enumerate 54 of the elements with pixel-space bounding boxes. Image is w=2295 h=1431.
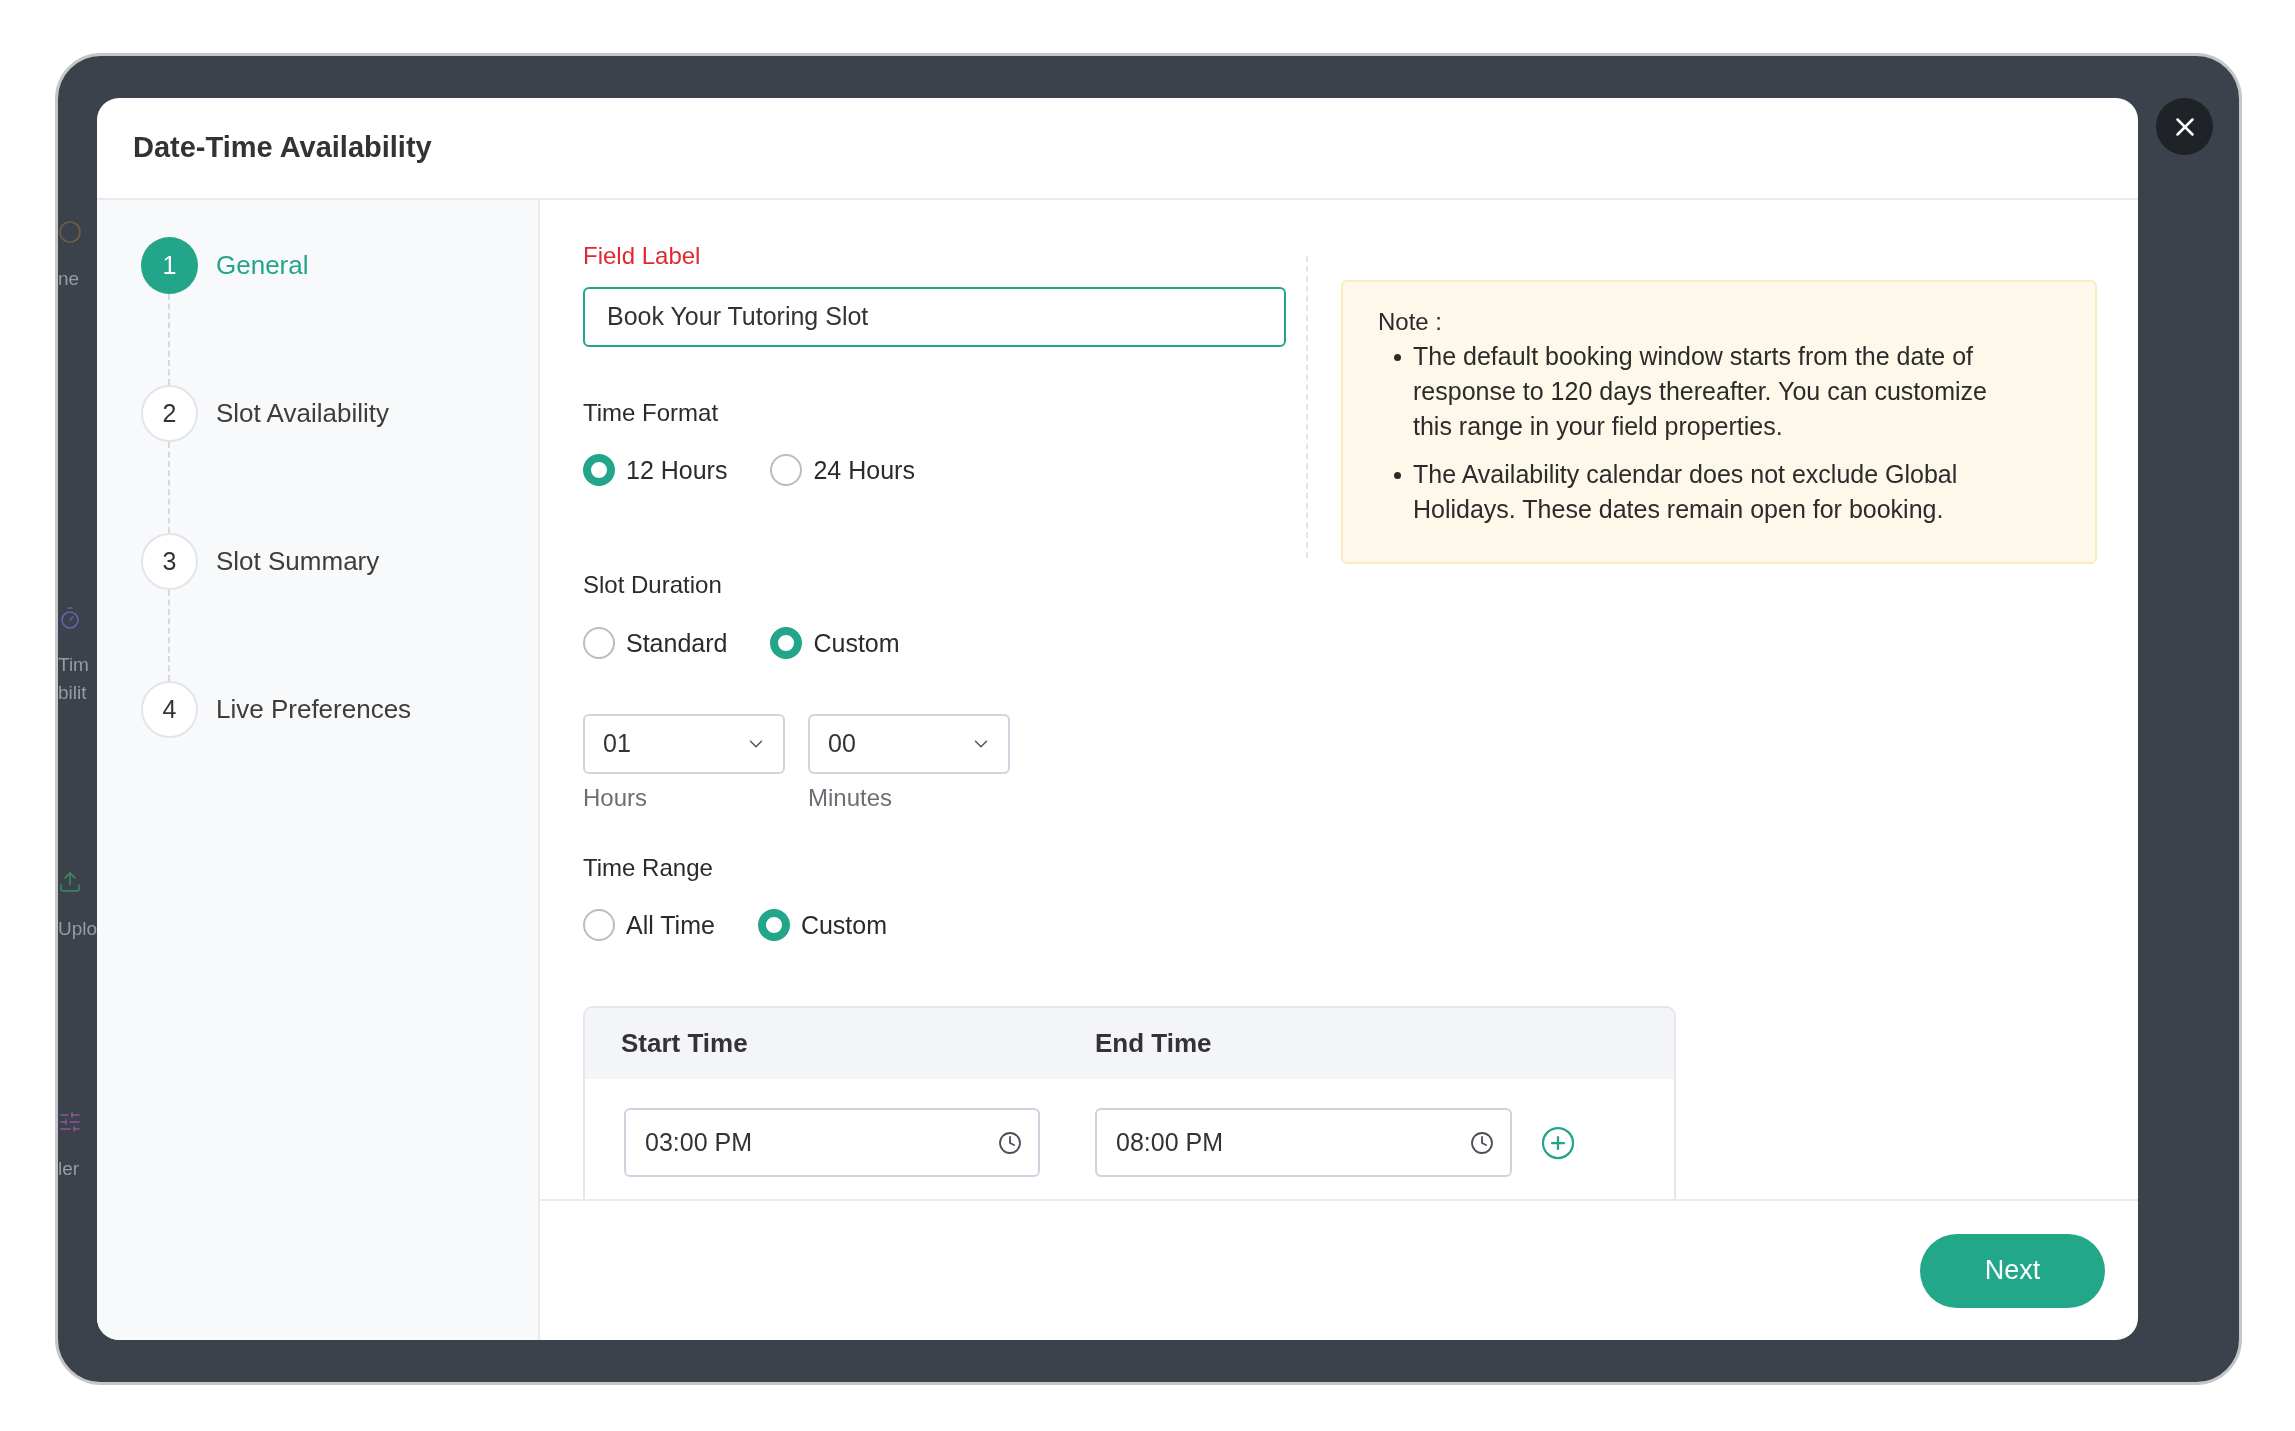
time-value: 08:00 PM (1116, 1126, 1223, 1158)
clock-icon (998, 1130, 1022, 1155)
time-input[interactable]: 08:00 PM (1095, 1108, 1512, 1177)
ring-icon (58, 220, 82, 244)
section-label: Time Format (583, 398, 719, 428)
time-input[interactable]: 03:00 PM (624, 1108, 1040, 1177)
dropdown-select[interactable]: 01 (583, 714, 785, 774)
step-label[interactable]: Slot Summary (216, 542, 380, 581)
bullet-icon (1394, 354, 1401, 361)
dialog-title: Date-Time Availability (133, 130, 432, 166)
time-value: 03:00 PM (645, 1126, 752, 1158)
column-header: Start Time (621, 1027, 749, 1060)
upload-icon (58, 870, 82, 894)
field-caption: Minutes (808, 784, 893, 812)
section-label: Slot Duration (583, 570, 722, 600)
background-label: Uplo (58, 917, 98, 941)
step-number[interactable]: 2 (141, 385, 198, 442)
text-input[interactable]: Book Your Tutoring Slot (583, 287, 1286, 347)
field-label: Field Label (583, 241, 701, 271)
radio-option[interactable]: All Time (583, 909, 715, 941)
stopwatch-icon (58, 606, 82, 630)
background-label: ne (58, 267, 80, 291)
background-label: ler (58, 1157, 80, 1181)
column-header: End Time (1095, 1027, 1212, 1060)
radio-button[interactable] (583, 454, 615, 486)
radio-option[interactable]: Standard (583, 627, 728, 659)
background-label: bilit (58, 681, 88, 705)
note-text: The Availability calendar does not exclude Global Holidays. These dates remain open for booking. (1413, 459, 1959, 525)
close-button[interactable] (2156, 98, 2213, 155)
step-label[interactable]: Slot Availability (216, 394, 389, 433)
section-label: Time Range (583, 853, 713, 883)
select-value: 01 (603, 728, 631, 760)
sliders-icon (58, 1110, 82, 1134)
field-caption: Hours (583, 784, 648, 812)
note-text: The default booking window starts from the date of response to 120 days thereafter. You can customize this range in your field properties. (1413, 341, 1988, 442)
step-number[interactable]: 4 (141, 681, 198, 738)
clock-icon (1470, 1130, 1494, 1155)
add-row-icon[interactable] (1540, 1124, 1576, 1161)
radio-option[interactable]: Custom (757, 909, 888, 941)
select-value: 00 (828, 728, 856, 760)
radio-button[interactable] (770, 454, 803, 486)
radio-option[interactable]: 24 Hours (770, 454, 915, 486)
step-label[interactable]: Live Preferences (216, 690, 412, 729)
dropdown-select[interactable]: 00 (808, 714, 1010, 774)
bullet-icon (1394, 472, 1401, 479)
step-number[interactable]: 3 (141, 533, 198, 590)
radio-button[interactable] (770, 627, 803, 659)
radio-button[interactable] (757, 909, 790, 941)
note-title: Note : (1378, 307, 1444, 337)
radio-button[interactable] (583, 627, 615, 659)
radio-button[interactable] (583, 909, 615, 941)
radio-option[interactable]: 12 Hours (583, 454, 728, 486)
radio-option[interactable]: Custom (770, 627, 900, 659)
background-label: Tim (58, 653, 89, 677)
